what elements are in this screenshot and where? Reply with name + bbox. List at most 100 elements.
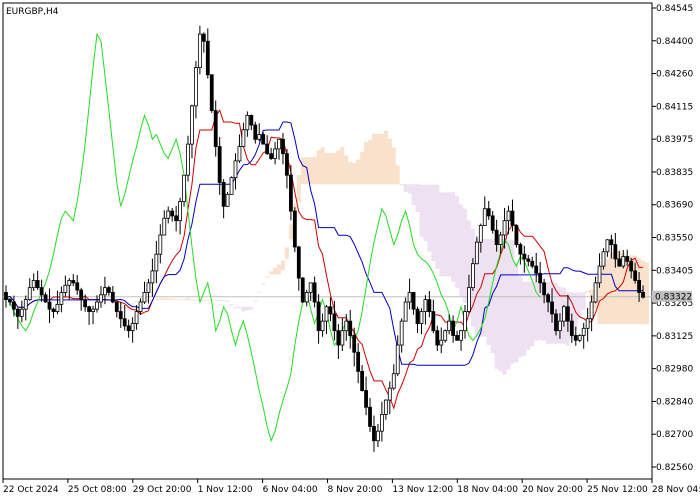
candle-body	[474, 241, 479, 265]
x-tick-label: 25 Oct 08:00	[68, 485, 127, 495]
candle-body	[95, 301, 99, 310]
candle-body	[166, 210, 171, 219]
candle-body	[225, 193, 230, 207]
cloud-segment	[225, 300, 230, 303]
candle-body	[138, 301, 143, 312]
cloud-segment	[407, 184, 412, 194]
y-tick-label: 0.83405	[656, 266, 693, 276]
current-price-box: 0.83322	[652, 290, 692, 303]
candle-body	[201, 33, 206, 42]
candle-body	[451, 320, 456, 336]
candle-body	[43, 294, 48, 303]
candle-body	[601, 251, 606, 267]
cloud-segment	[419, 184, 424, 237]
cloud-segment	[455, 196, 460, 288]
candle-body	[249, 115, 254, 126]
cloud-segment	[518, 276, 523, 358]
cloud-segment	[431, 184, 436, 262]
cloud-segment	[205, 299, 210, 301]
cloud-segment	[261, 283, 266, 285]
cloud-segment	[459, 204, 464, 297]
candle-body	[565, 306, 570, 322]
candle-body	[130, 323, 135, 332]
candle-body	[352, 335, 357, 353]
y-tick-label: 0.83835	[656, 168, 693, 178]
cloud-segment	[162, 298, 167, 300]
candle-body	[510, 210, 515, 226]
candle-body	[391, 373, 396, 389]
cloud-segment	[213, 299, 218, 301]
candle-body	[546, 294, 550, 303]
cloud-segment	[130, 303, 135, 305]
candle-body	[35, 280, 40, 289]
candle-body	[4, 292, 8, 301]
y-tick-label: 0.83975	[656, 135, 693, 145]
candle-body	[467, 287, 471, 312]
cloud-segment	[502, 238, 507, 375]
svg-text:0.83322: 0.83322	[655, 293, 692, 303]
cloud-segment	[364, 141, 369, 185]
cloud-segment	[269, 271, 274, 275]
x-tick-label: 13 Nov 12:00	[392, 485, 453, 495]
candle-body	[221, 181, 226, 207]
candle-body	[550, 301, 554, 315]
cloud-segment	[352, 163, 357, 185]
cloud-segment	[423, 184, 428, 241]
x-tick-label: 25 Nov 12:00	[587, 485, 648, 495]
candle-body	[71, 280, 76, 284]
candle-body	[617, 258, 622, 267]
cloud-segment	[581, 292, 586, 310]
cloud-segment	[336, 150, 341, 185]
candle-body	[609, 239, 614, 245]
candle-body	[423, 299, 428, 312]
cloud-segment	[253, 300, 258, 302]
candle-body	[324, 306, 329, 322]
y-tick-label: 0.84260	[656, 70, 693, 80]
cloud-segment	[486, 238, 491, 346]
cloud-segment	[577, 292, 582, 318]
cloud-segment	[379, 133, 384, 185]
cloud-segment	[265, 276, 270, 278]
cloud-segment	[178, 299, 183, 301]
candle-body	[273, 148, 277, 159]
candle-body	[427, 299, 432, 312]
cloud-segment	[368, 140, 373, 185]
candle-body	[253, 124, 258, 140]
y-tick-label: 0.84545	[656, 4, 693, 14]
candle-body	[174, 215, 179, 222]
candle-body	[110, 292, 115, 303]
candle-body	[621, 256, 626, 267]
y-tick-label: 0.82840	[656, 397, 693, 407]
candle-body	[415, 308, 420, 324]
candle-body	[91, 308, 95, 312]
candle-body	[336, 330, 341, 346]
cloud-segment	[182, 299, 187, 301]
cloud-segment	[443, 192, 448, 277]
candle-body	[573, 335, 578, 341]
candle-body	[403, 301, 408, 322]
cloud-segment	[229, 304, 234, 306]
candle-body	[47, 301, 52, 310]
y-tick-label: 0.84400	[656, 37, 693, 47]
candle-body	[87, 306, 91, 312]
candle-body	[75, 282, 80, 291]
candle-body	[316, 301, 321, 332]
cloud-segment	[463, 208, 467, 304]
cloud-segment	[526, 281, 531, 350]
candle-body	[269, 153, 274, 159]
candle-body	[419, 311, 424, 324]
candle-body	[372, 425, 376, 442]
cloud-segment	[284, 247, 289, 259]
candle-body	[376, 430, 380, 442]
cloud-segment	[170, 298, 175, 300]
candle-body	[593, 282, 598, 303]
cloud-segment	[546, 281, 551, 344]
cloud-segment	[249, 306, 254, 310]
cloud-segment	[387, 138, 392, 185]
candle-body	[31, 280, 36, 289]
candle-body	[178, 201, 182, 222]
candle-body	[320, 320, 325, 332]
candle-body	[142, 292, 147, 303]
candle-body	[265, 143, 270, 155]
price-chart[interactable]: 0.84545 0.84400 0.84260 0.84115 0.83975 0.838…	[0, 0, 700, 500]
